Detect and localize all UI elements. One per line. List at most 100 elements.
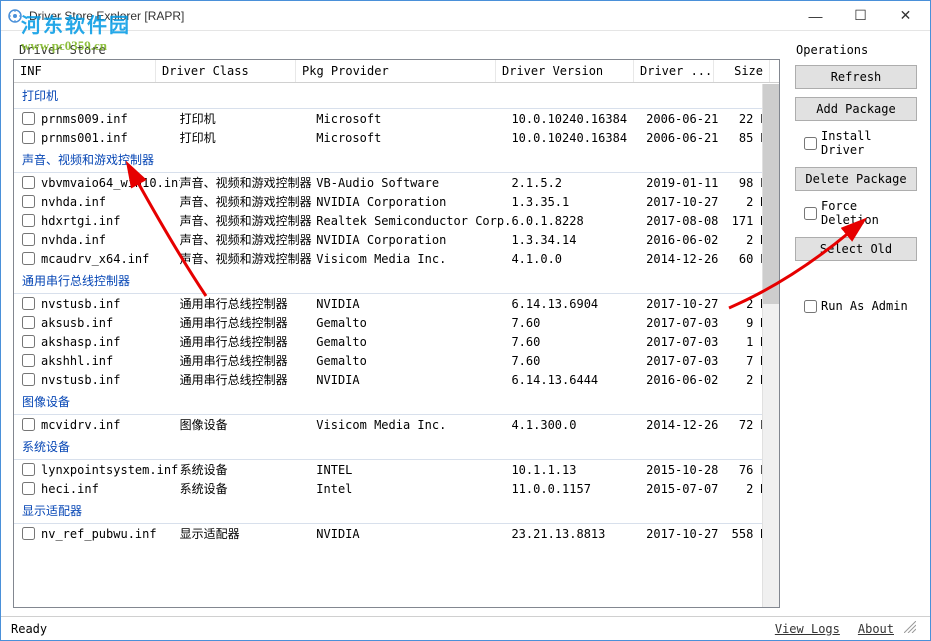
row-checkbox[interactable] bbox=[22, 354, 35, 367]
cell-ver: 7.60 bbox=[511, 335, 646, 349]
row-checkbox[interactable] bbox=[22, 176, 35, 189]
cell-prov: VB-Audio Software bbox=[316, 176, 511, 190]
cell-prov: Visicom Media Inc. bbox=[316, 418, 511, 432]
header-size[interactable]: Size bbox=[714, 60, 770, 82]
cell-inf: akshasp.inf bbox=[41, 335, 180, 349]
row-checkbox[interactable] bbox=[22, 252, 35, 265]
cell-date: 2019-01-11 bbox=[646, 176, 724, 190]
maximize-button[interactable]: ☐ bbox=[838, 2, 883, 30]
row-checkbox[interactable] bbox=[22, 482, 35, 495]
header-version[interactable]: Driver Version bbox=[496, 60, 634, 82]
table-row[interactable]: mcvidrv.inf图像设备Visicom Media Inc.4.1.300… bbox=[14, 415, 779, 434]
group-header[interactable]: 图像设备 bbox=[14, 389, 779, 415]
install-driver-label: Install Driver bbox=[821, 129, 920, 157]
row-checkbox[interactable] bbox=[22, 335, 35, 348]
row-checkbox[interactable] bbox=[22, 463, 35, 476]
add-package-button[interactable]: Add Package bbox=[795, 97, 917, 121]
cell-inf: nvhda.inf bbox=[41, 233, 180, 247]
force-deletion-input[interactable] bbox=[804, 207, 817, 220]
force-deletion-label: Force Deletion bbox=[821, 199, 920, 227]
group-header[interactable]: 打印机 bbox=[14, 83, 779, 109]
cell-date: 2006-06-21 bbox=[646, 112, 724, 126]
table-row[interactable]: nvhda.inf声音、视频和游戏控制器NVIDIA Corporation1.… bbox=[14, 230, 779, 249]
cell-date: 2017-10-27 bbox=[646, 195, 724, 209]
close-button[interactable]: ✕ bbox=[883, 2, 928, 30]
table-row[interactable]: nv_ref_pubwu.inf显示适配器NVIDIA23.21.13.8813… bbox=[14, 524, 779, 543]
cell-prov: Intel bbox=[316, 482, 511, 496]
vertical-scrollbar[interactable] bbox=[762, 84, 779, 607]
row-checkbox[interactable] bbox=[22, 297, 35, 310]
header-class[interactable]: Driver Class bbox=[156, 60, 296, 82]
cell-inf: heci.inf bbox=[41, 482, 180, 496]
group-header[interactable]: 显示适配器 bbox=[14, 498, 779, 524]
cell-date: 2016-06-02 bbox=[646, 233, 724, 247]
resize-grip-icon[interactable] bbox=[904, 621, 920, 636]
cell-class: 通用串行总线控制器 bbox=[180, 314, 317, 331]
table-row[interactable]: lynxpointsystem.inf系统设备INTEL10.1.1.13201… bbox=[14, 460, 779, 479]
cell-prov: Gemalto bbox=[316, 316, 511, 330]
minimize-button[interactable]: — bbox=[793, 2, 838, 30]
header-inf[interactable]: INF bbox=[14, 60, 156, 82]
cell-ver: 1.3.35.1 bbox=[511, 195, 646, 209]
select-old-button[interactable]: Select Old bbox=[795, 237, 917, 261]
cell-prov: Gemalto bbox=[316, 354, 511, 368]
table-row[interactable]: heci.inf系统设备Intel11.0.0.11572015-07-072 … bbox=[14, 479, 779, 498]
cell-prov: NVIDIA bbox=[316, 373, 511, 387]
row-checkbox[interactable] bbox=[22, 214, 35, 227]
cell-inf: nvstusb.inf bbox=[41, 297, 180, 311]
cell-class: 显示适配器 bbox=[180, 525, 317, 542]
refresh-button[interactable]: Refresh bbox=[795, 65, 917, 89]
table-row[interactable]: mcaudrv_x64.inf声音、视频和游戏控制器Visicom Media … bbox=[14, 249, 779, 268]
cell-date: 2014-12-26 bbox=[646, 418, 724, 432]
row-checkbox[interactable] bbox=[22, 233, 35, 246]
delete-package-button[interactable]: Delete Package bbox=[795, 167, 917, 191]
table-row[interactable]: prnms009.inf打印机Microsoft10.0.10240.16384… bbox=[14, 109, 779, 128]
group-header[interactable]: 系统设备 bbox=[14, 434, 779, 460]
header-provider[interactable]: Pkg Provider bbox=[296, 60, 496, 82]
cell-prov: Visicom Media Inc. bbox=[316, 252, 511, 266]
table-row[interactable]: nvstusb.inf通用串行总线控制器NVIDIA6.14.13.644420… bbox=[14, 370, 779, 389]
cell-inf: aksusb.inf bbox=[41, 316, 180, 330]
list-body[interactable]: 打印机prnms009.inf打印机Microsoft10.0.10240.16… bbox=[14, 83, 779, 607]
view-logs-link[interactable]: View Logs bbox=[775, 622, 840, 636]
group-header[interactable]: 通用串行总线控制器 bbox=[14, 268, 779, 294]
row-checkbox[interactable] bbox=[22, 316, 35, 329]
table-row[interactable]: akshhl.inf通用串行总线控制器Gemalto7.602017-07-03… bbox=[14, 351, 779, 370]
about-link[interactable]: About bbox=[858, 622, 894, 636]
cell-prov: NVIDIA bbox=[316, 527, 511, 541]
row-checkbox[interactable] bbox=[22, 131, 35, 144]
run-as-admin-input[interactable] bbox=[804, 300, 817, 313]
row-checkbox[interactable] bbox=[22, 373, 35, 386]
operations-panel: Operations Refresh Add Package Install D… bbox=[788, 31, 930, 616]
table-row[interactable]: prnms001.inf打印机Microsoft10.0.10240.16384… bbox=[14, 128, 779, 147]
row-checkbox[interactable] bbox=[22, 527, 35, 540]
column-headers: INF Driver Class Pkg Provider Driver Ver… bbox=[14, 60, 779, 83]
table-row[interactable]: nvhda.inf声音、视频和游戏控制器NVIDIA Corporation1.… bbox=[14, 192, 779, 211]
table-row[interactable]: akshasp.inf通用串行总线控制器Gemalto7.602017-07-0… bbox=[14, 332, 779, 351]
table-row[interactable]: vbvmvaio64_win10.inf声音、视频和游戏控制器VB-Audio … bbox=[14, 173, 779, 192]
table-row[interactable]: hdxrtgi.inf声音、视频和游戏控制器Realtek Semiconduc… bbox=[14, 211, 779, 230]
app-icon bbox=[7, 8, 23, 24]
row-checkbox[interactable] bbox=[22, 195, 35, 208]
statusbar: Ready View Logs About bbox=[1, 616, 930, 640]
table-row[interactable]: aksusb.inf通用串行总线控制器Gemalto7.602017-07-03… bbox=[14, 313, 779, 332]
cell-inf: mcaudrv_x64.inf bbox=[41, 252, 180, 266]
cell-inf: prnms009.inf bbox=[41, 112, 180, 126]
header-date[interactable]: Driver ... bbox=[634, 60, 714, 82]
operations-label: Operations bbox=[792, 43, 920, 57]
install-driver-input[interactable] bbox=[804, 137, 817, 150]
group-header[interactable]: 声音、视频和游戏控制器 bbox=[14, 147, 779, 173]
run-as-admin-checkbox[interactable]: Run As Admin bbox=[804, 299, 920, 313]
scrollbar-thumb[interactable] bbox=[763, 84, 779, 304]
cell-ver: 10.0.10240.16384 bbox=[511, 112, 646, 126]
row-checkbox[interactable] bbox=[22, 112, 35, 125]
cell-ver: 6.14.13.6904 bbox=[511, 297, 646, 311]
cell-prov: Microsoft bbox=[316, 112, 511, 126]
main-window: 河东软件园 www.pc0359.cn Driver Store Explore… bbox=[0, 0, 931, 641]
row-checkbox[interactable] bbox=[22, 418, 35, 431]
install-driver-checkbox[interactable]: Install Driver bbox=[804, 129, 920, 157]
force-deletion-checkbox[interactable]: Force Deletion bbox=[804, 199, 920, 227]
cell-class: 声音、视频和游戏控制器 bbox=[180, 231, 317, 248]
cell-ver: 23.21.13.8813 bbox=[511, 527, 646, 541]
table-row[interactable]: nvstusb.inf通用串行总线控制器NVIDIA6.14.13.690420… bbox=[14, 294, 779, 313]
